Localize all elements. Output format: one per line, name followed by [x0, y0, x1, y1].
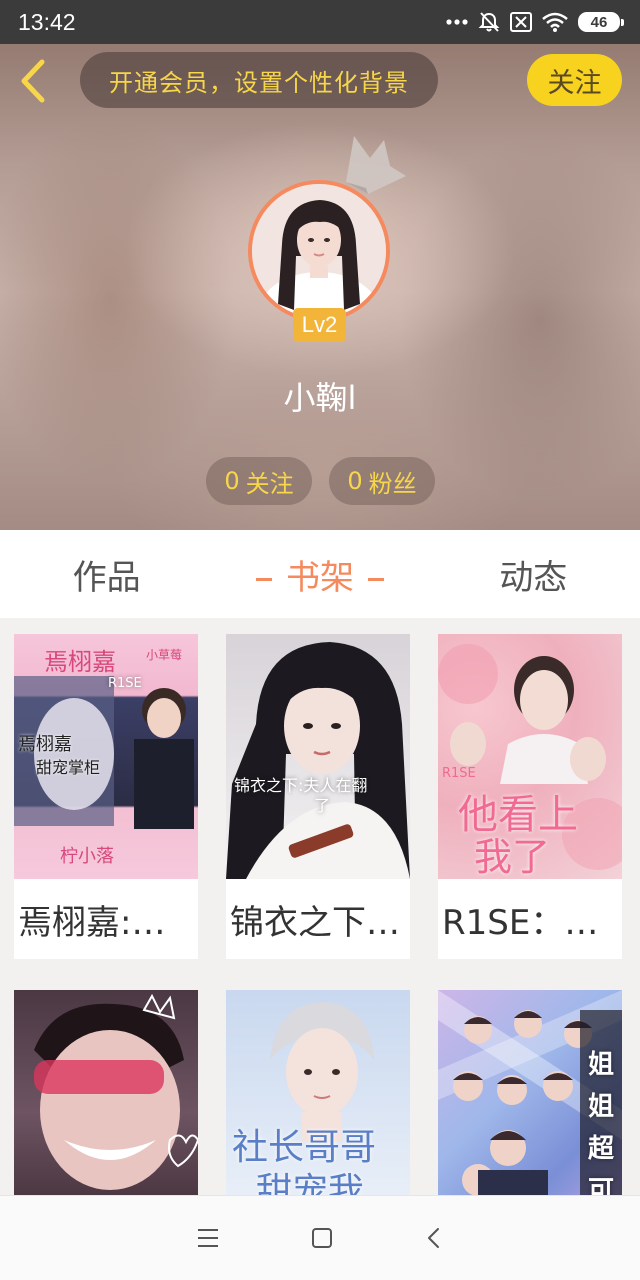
cover-text: 焉栩嘉 [18, 734, 72, 755]
menu-icon[interactable] [196, 1227, 220, 1249]
cover-text: 小草莓 [146, 648, 183, 662]
system-nav-bar [0, 1195, 640, 1280]
book-cover: 锦衣之下:夫人在翻 了 [226, 634, 410, 879]
profile-tabs: 作品 书架 动态 [0, 530, 640, 618]
book-title: 锦衣之下… [230, 902, 400, 943]
following-count: 0 [224, 467, 240, 495]
cover-text: 姐 [588, 1050, 615, 1080]
tab-activity[interactable]: 动态 [427, 550, 640, 599]
more-dots-icon [446, 19, 468, 25]
bookshelf-grid: 焉栩嘉 小草莓 R1SE 焉栩嘉 甜宠掌柜 柠小落 焉栩嘉:甜… 锦衣之下:夫人… [0, 618, 640, 1195]
back-icon[interactable] [424, 1226, 444, 1250]
book-cover: 焉栩嘉 小草莓 R1SE 焉栩嘉 甜宠掌柜 柠小落 [14, 634, 198, 879]
vip-background-prompt[interactable]: 开通会员，设置个性化背景 [80, 52, 438, 108]
level-badge: Lv2 [293, 308, 346, 342]
book-card[interactable]: 焉栩嘉 小草莓 R1SE 焉栩嘉 甜宠掌柜 柠小落 焉栩嘉:甜… [14, 634, 198, 959]
following-stat[interactable]: 0 关注 [206, 457, 312, 505]
book-cover: 社长哥哥 甜宠我 [226, 990, 410, 1195]
cover-text: 甜宠掌柜 [36, 758, 101, 777]
wifi-icon [542, 12, 568, 32]
cover-text: 超 [588, 1134, 615, 1164]
tab-bookshelf-label: 书架 [285, 557, 354, 598]
book-title-box: R1SE：Al… [438, 879, 622, 959]
book-title-box: 锦衣之下… [226, 879, 410, 959]
follow-button[interactable]: 关注 [527, 54, 622, 106]
book-title: R1SE：Al… [442, 902, 618, 943]
mute-bell-icon [478, 12, 500, 32]
level-text: Lv2 [301, 312, 338, 337]
following-label: 关注 [245, 469, 294, 498]
tab-works-label: 作品 [72, 557, 141, 598]
cover-text: R1SE [442, 766, 476, 781]
battery-level: 46 [590, 13, 608, 31]
tab-activity-label: 动态 [499, 557, 568, 598]
status-time: 13:42 [18, 8, 76, 35]
cover-text: 柠小落 [60, 846, 114, 867]
vip-prompt-text: 开通会员，设置个性化背景 [109, 68, 409, 97]
book-card[interactable]: 锦衣之下:夫人在翻 了 锦衣之下… [226, 634, 410, 959]
avatar[interactable] [248, 180, 390, 322]
fans-count: 0 [347, 467, 363, 495]
book-cover: 姐 姐 超 可 [438, 990, 622, 1195]
status-bar: 13:42 46 [0, 0, 640, 44]
book-cover: R1SE 他看上 我了 [438, 634, 622, 879]
tab-works[interactable]: 作品 [0, 550, 213, 599]
cover-text: R1SE [108, 676, 142, 691]
book-cover-art [34, 993, 198, 1190]
back-arrow-icon[interactable] [14, 58, 54, 104]
battery-icon: 46 [578, 12, 624, 32]
tab-indicator-right [367, 577, 384, 581]
cover-text: 甜宠我 [256, 1171, 365, 1195]
book-card[interactable] [14, 990, 198, 1195]
book-cover-art [226, 642, 410, 879]
profile-header: 13:42 46 开通会员，设置个性化背景 关注 Lv2 小鞠l 0 关注 0 … [0, 0, 640, 530]
follow-button-label: 关注 [547, 67, 602, 99]
cover-text: 锦衣之下:夫人在翻 [234, 776, 368, 795]
avatar-portrait-image [252, 184, 386, 318]
book-card[interactable]: 姐 姐 超 可 [438, 990, 622, 1195]
tab-indicator-left [255, 577, 272, 581]
cover-text: 焉栩嘉 [44, 648, 116, 676]
cover-text: 我了 [474, 835, 551, 879]
cover-text: 姐 [588, 1092, 615, 1122]
book-card[interactable]: 社长哥哥 甜宠我 [226, 990, 410, 1195]
cover-text: 了 [314, 796, 331, 815]
book-cover [14, 990, 198, 1195]
book-title-box: 焉栩嘉:甜… [14, 879, 198, 959]
sim-off-icon [510, 12, 532, 32]
book-card[interactable]: R1SE 他看上 我了 R1SE：Al… [438, 634, 622, 959]
fans-stat[interactable]: 0 粉丝 [329, 457, 435, 505]
fans-label: 粉丝 [368, 469, 417, 498]
username: 小鞠l [283, 379, 357, 417]
status-icons: 46 [446, 11, 624, 33]
cover-text: 可 [588, 1176, 615, 1195]
profile-screen: 13:42 46 开通会员，设置个性化背景 关注 Lv2 小鞠l 0 关注 0 … [0, 0, 640, 1280]
tab-bookshelf[interactable]: 书架 [213, 550, 426, 599]
book-title: 焉栩嘉:甜… [18, 902, 194, 943]
home-icon[interactable] [310, 1226, 334, 1250]
